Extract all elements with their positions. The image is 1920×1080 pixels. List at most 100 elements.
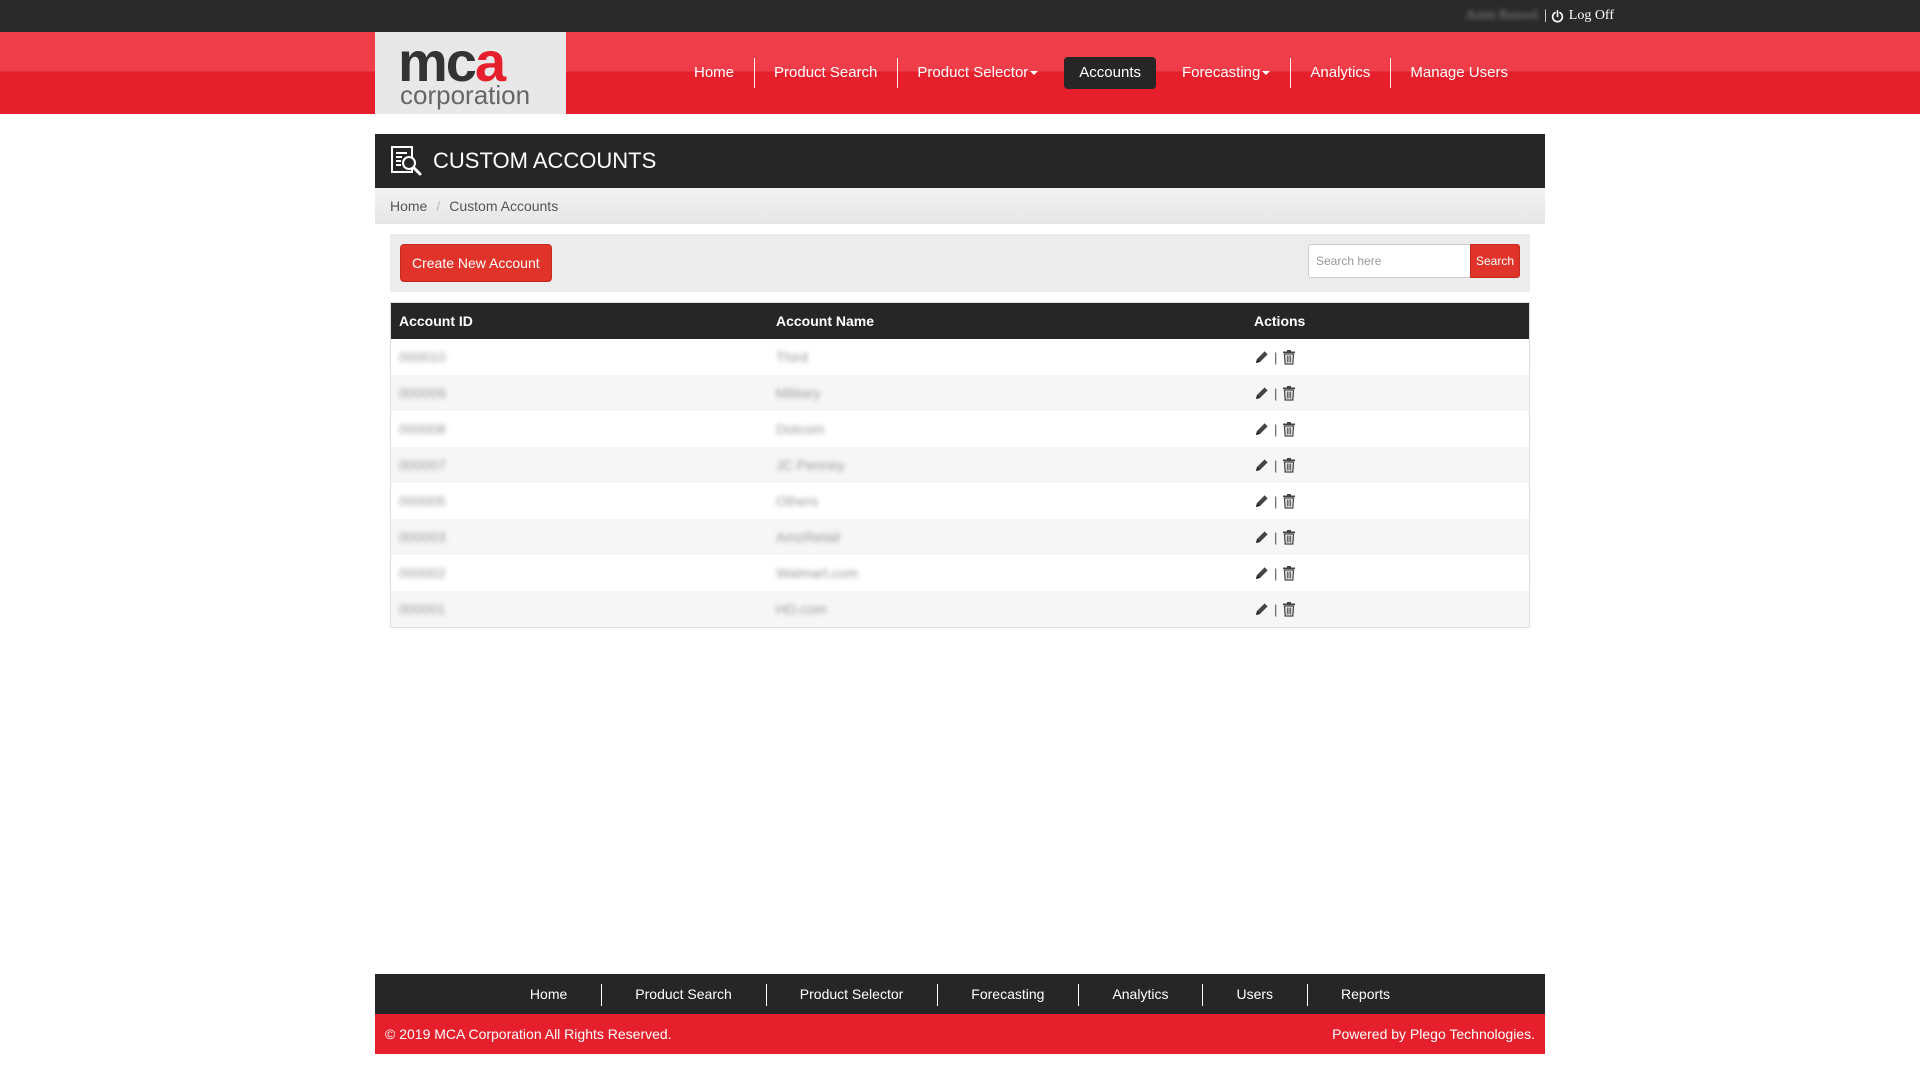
accounts-table: Account ID Account Name Actions 000010 Th… (390, 302, 1530, 628)
cell-account-id: 000005 (399, 493, 446, 509)
page-title-bar: CUSTOM ACCOUNTS (375, 134, 1545, 188)
footer-nav-home[interactable]: Home (496, 986, 601, 1002)
cell-account-id: 000001 (391, 591, 768, 627)
table-row: 000009 Military | (391, 375, 1529, 411)
table-row: 000002 Walmart.com | (391, 555, 1529, 591)
top-bar: Asim Rasool | Log Off (0, 0, 1920, 32)
pencil-icon[interactable] (1254, 565, 1270, 581)
action-separator: | (1274, 493, 1278, 509)
breadcrumb-divider: / (436, 198, 441, 214)
table-row: 000005 Others | (391, 483, 1529, 519)
footer-nav-product-search[interactable]: Product Search (601, 984, 766, 1006)
search-button[interactable]: Search (1470, 244, 1520, 278)
trash-icon[interactable] (1281, 349, 1297, 365)
cell-actions: | (1246, 483, 1529, 519)
trash-icon[interactable] (1281, 601, 1297, 617)
pencil-icon[interactable] (1254, 457, 1270, 473)
search-input[interactable] (1308, 244, 1470, 278)
nav-item-label: Home (694, 64, 735, 81)
footer-bottom: © 2019 MCA Corporation All Rights Reserv… (375, 1014, 1545, 1054)
trash-icon[interactable] (1281, 565, 1297, 581)
page-title: CUSTOM ACCOUNTS (433, 148, 657, 173)
footer-nav-users[interactable]: Users (1202, 984, 1307, 1006)
nav-item-label: Product Selector (917, 64, 1029, 81)
power-icon (1551, 9, 1563, 22)
nav-item-forecasting[interactable]: Forecasting (1162, 57, 1290, 89)
breadcrumb-current: Custom Accounts (449, 198, 559, 214)
table-row: 000010 Third | (391, 339, 1529, 375)
user-name: Asim Rasool (1465, 8, 1538, 23)
table-header-row: Account ID Account Name Actions (391, 303, 1529, 339)
nav-item-label: Analytics (1310, 64, 1371, 81)
trash-icon[interactable] (1281, 385, 1297, 401)
nav-item-accounts[interactable]: Accounts (1064, 57, 1156, 89)
trash-icon[interactable] (1281, 529, 1297, 545)
nav-item-product-selector[interactable]: Product Selector (897, 57, 1058, 89)
action-separator: | (1274, 385, 1278, 401)
action-separator: | (1274, 457, 1278, 473)
table-row: 000003 AmzRetail | (391, 519, 1529, 555)
cell-account-name: AmzRetail (768, 519, 1246, 555)
action-separator: | (1274, 349, 1278, 365)
column-header-account-id[interactable]: Account ID (391, 303, 768, 339)
cell-account-id: 000009 (391, 375, 768, 411)
trash-icon[interactable] (1281, 493, 1297, 509)
caret-down-icon (1262, 71, 1271, 76)
nav-item-label: Forecasting (1182, 64, 1261, 81)
footer-nav-forecasting[interactable]: Forecasting (937, 984, 1078, 1006)
nav-item-label: Manage Users (1410, 64, 1508, 81)
action-separator: | (1274, 601, 1278, 617)
pencil-icon[interactable] (1254, 601, 1270, 617)
copyright: © 2019 MCA Corporation All Rights Reserv… (385, 1026, 672, 1042)
trash-icon[interactable] (1281, 457, 1297, 473)
cell-account-id: 000010 (399, 349, 446, 365)
cell-actions: | (1246, 375, 1529, 411)
table-row: 000001 HD.com | (391, 591, 1529, 627)
cell-actions: | (1246, 447, 1529, 483)
action-separator: | (1274, 565, 1278, 581)
cell-actions: | (1246, 591, 1529, 627)
user-separator: | (1543, 8, 1547, 23)
accounts-toolbar: Create New Account Search (390, 234, 1530, 292)
cell-actions: | (1246, 339, 1529, 375)
cell-account-name: Others (776, 493, 819, 509)
cell-actions: | (1246, 519, 1529, 555)
caret-down-icon (1030, 71, 1039, 76)
cell-account-name: HD.com (768, 591, 1246, 627)
footer-nav-reports[interactable]: Reports (1307, 984, 1424, 1006)
main-nav: Home Product Search Product Selector Accoun… (674, 56, 1528, 90)
column-header-actions: Actions (1246, 303, 1529, 339)
cell-account-name: Walmart.com (776, 565, 858, 581)
cell-account-id: 000007 (391, 447, 768, 483)
column-header-account-name[interactable]: Account Name (768, 303, 1246, 339)
logoff-link[interactable]: Log Off (1551, 8, 1614, 24)
cell-account-id: 000002 (399, 565, 446, 581)
logo[interactable]: mca corporation (375, 32, 566, 114)
table-row: 000008 Dotcom | (391, 411, 1529, 447)
nav-item-analytics[interactable]: Analytics (1290, 57, 1390, 89)
pencil-icon[interactable] (1254, 421, 1270, 437)
pencil-icon[interactable] (1254, 493, 1270, 509)
footer-nav-product-selector[interactable]: Product Selector (765, 984, 938, 1006)
cell-actions: | (1246, 411, 1529, 447)
breadcrumb-home[interactable]: Home (390, 198, 427, 214)
cell-account-name: Dotcom (776, 421, 825, 437)
action-separator: | (1274, 421, 1278, 437)
breadcrumb: Home / Custom Accounts (375, 188, 1545, 224)
cell-account-id: 000003 (391, 519, 768, 555)
nav-item-home[interactable]: Home (674, 57, 754, 89)
footer-nav-analytics[interactable]: Analytics (1078, 984, 1202, 1006)
create-account-button[interactable]: Create New Account (400, 244, 552, 282)
cell-account-name: Military (768, 375, 1246, 411)
pencil-icon[interactable] (1254, 385, 1270, 401)
nav-item-product-search[interactable]: Product Search (754, 57, 897, 89)
nav-item-manage-users[interactable]: Manage Users (1390, 57, 1528, 89)
cell-account-name: JC Penney (768, 447, 1246, 483)
document-search-icon (391, 146, 422, 176)
powered-by[interactable]: Powered by Plego Technologies. (1332, 1026, 1535, 1042)
cell-actions: | (1246, 555, 1529, 591)
pencil-icon[interactable] (1254, 529, 1270, 545)
nav-item-label: Accounts (1079, 64, 1141, 81)
pencil-icon[interactable] (1254, 349, 1270, 365)
trash-icon[interactable] (1281, 421, 1297, 437)
